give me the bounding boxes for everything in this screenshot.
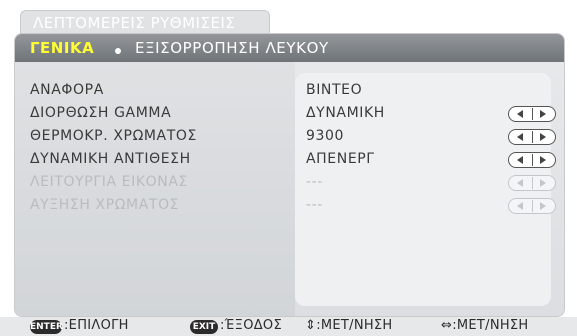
setting-label: ΑΝΑΦΟΡΑ — [30, 82, 104, 98]
setting-label: ΑΥΞΗΣΗ ΧΡΩΜΑΤΟΣ — [30, 197, 180, 213]
setting-row-dynamic-contrast[interactable]: ΔΥΝΑΜΙΚΗ ΑΝΤΙΘΕΣΗ ΑΠΕΝΕΡΓ — [15, 149, 564, 171]
key-guide-bar: ENTER :ΕΠΙΛΟΓΗ EXIT :ΈΞΟΔΟΣ ⇕:ΜΕΤ/ΝΗΣΗ ⇔… — [0, 317, 577, 336]
right-arrow-icon — [540, 179, 546, 187]
left-right-arrows-icon — [508, 198, 556, 214]
right-arrow-icon — [540, 202, 546, 210]
left-right-arrows-icon[interactable] — [508, 106, 556, 122]
menu-frame: ΓΕΝΙΚΑ ΕΞΙΣΟΡΡΟΠΗΣΗ ΛΕΥΚΟΥ ΑΝΑΦΟΡΑ ΒΙΝΤΕ… — [14, 33, 565, 317]
left-arrow-icon[interactable] — [517, 156, 523, 164]
setting-value: --- — [306, 197, 323, 213]
right-arrow-icon[interactable] — [540, 110, 546, 118]
projector-osd-menu: ΛΕΠΤΟΜΕΡΕΙΣ ΡΥΘΜΙΣΕΙΣ ΓΕΝΙΚΑ ΕΞΙΣΟΡΡΟΠΗΣ… — [0, 0, 577, 336]
setting-row-image-mode: ΛΕΙΤΟΥΡΓΙΑ ΕΙΚΟΝΑΣ --- — [15, 172, 564, 194]
setting-label: ΔΥΝΑΜΙΚΗ ΑΝΤΙΘΕΣΗ — [30, 151, 191, 167]
menu-title-tab: ΛΕΠΤΟΜΕΡΕΙΣ ΡΥΘΜΙΣΕΙΣ — [20, 10, 270, 34]
left-arrow-icon[interactable] — [517, 110, 523, 118]
left-arrow-icon — [517, 202, 523, 210]
setting-value: ΑΠΕΝΕΡΓ — [306, 151, 375, 167]
setting-row-color-temperature[interactable]: ΘΕΡΜΟΚΡ. ΧΡΩΜΑΤΟΣ 9300 — [15, 126, 564, 148]
setting-row-reference[interactable]: ΑΝΑΦΟΡΑ ΒΙΝΤΕΟ — [15, 80, 564, 102]
right-arrow-icon[interactable] — [540, 156, 546, 164]
enter-key-badge: ENTER — [30, 320, 63, 334]
left-right-arrows-icon — [508, 175, 556, 191]
setting-label: ΔΙΟΡΘΩΣΗ GAMMA — [30, 105, 172, 121]
vertical-move-hint: ⇕:ΜΕΤ/ΝΗΣΗ — [305, 318, 393, 333]
tab-bar: ΓΕΝΙΚΑ ΕΞΙΣΟΡΡΟΠΗΣΗ ΛΕΥΚΟΥ — [15, 34, 564, 62]
left-arrow-icon — [517, 179, 523, 187]
exit-hint: :ΈΞΟΔΟΣ — [220, 318, 282, 333]
left-right-arrows-icon[interactable] — [508, 152, 556, 168]
setting-value: ΔΥΝΑΜΙΚΗ — [306, 105, 385, 121]
tab-general[interactable]: ΓΕΝΙΚΑ — [30, 39, 94, 57]
setting-row-gamma-correction[interactable]: ΔΙΟΡΘΩΣΗ GAMMA ΔΥΝΑΜΙΚΗ — [15, 103, 564, 125]
right-arrow-icon[interactable] — [540, 133, 546, 141]
setting-value: --- — [306, 174, 323, 190]
setting-label: ΘΕΡΜΟΚΡ. ΧΡΩΜΑΤΟΣ — [30, 128, 197, 144]
left-right-arrows-icon[interactable] — [508, 129, 556, 145]
setting-value: 9300 — [306, 128, 345, 144]
menu-title: ΛΕΠΤΟΜΕΡΕΙΣ ΡΥΘΜΙΣΕΙΣ — [33, 14, 236, 32]
horizontal-move-hint: ⇔:ΜΕΤ/ΝΗΣΗ — [441, 318, 529, 333]
select-hint: :ΕΠΙΛΟΓΗ — [64, 318, 129, 333]
setting-value: ΒΙΝΤΕΟ — [306, 82, 363, 98]
tab-separator-dot — [115, 48, 121, 54]
setting-label: ΛΕΙΤΟΥΡΓΙΑ ΕΙΚΟΝΑΣ — [30, 174, 188, 190]
left-arrow-icon[interactable] — [517, 133, 523, 141]
tab-white-balance[interactable]: ΕΞΙΣΟΡΡΟΠΗΣΗ ΛΕΥΚΟΥ — [135, 39, 329, 57]
exit-key-badge: EXIT — [190, 320, 218, 334]
setting-row-color-enhancement: ΑΥΞΗΣΗ ΧΡΩΜΑΤΟΣ --- — [15, 195, 564, 217]
